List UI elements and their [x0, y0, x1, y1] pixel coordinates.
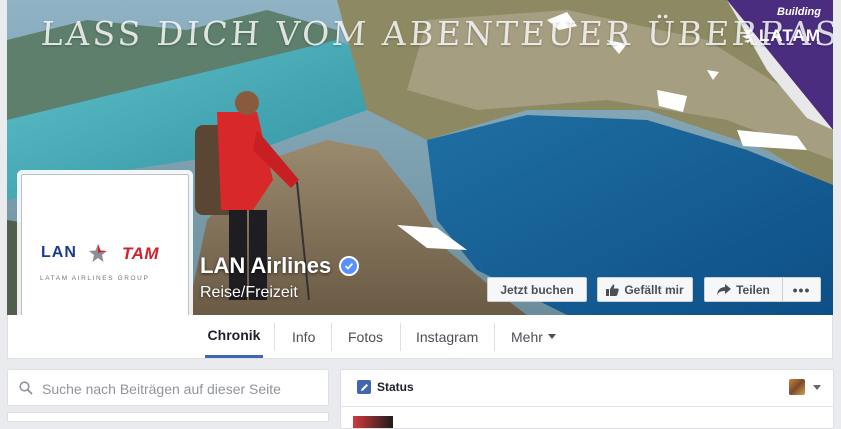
share-arrow-icon: [717, 284, 732, 295]
tab-fotos[interactable]: Fotos: [348, 315, 383, 358]
tab-divider: [331, 323, 332, 351]
search-input[interactable]: [40, 378, 324, 400]
search-icon: [19, 381, 33, 395]
share-label: Teilen: [736, 282, 770, 297]
tab-instagram[interactable]: Instagram: [416, 315, 478, 358]
tab-divider: [494, 323, 495, 351]
star-logo-icon: [89, 244, 107, 262]
share-button[interactable]: Teilen: [704, 277, 782, 302]
tab-label: Info: [292, 328, 316, 345]
more-options-button[interactable]: •••: [782, 277, 821, 302]
like-button[interactable]: Gefällt mir: [597, 277, 693, 302]
composer-avatar: [353, 416, 393, 428]
composer-header: Status: [341, 370, 833, 407]
page-title[interactable]: LAN Airlines: [200, 253, 360, 279]
more-options-icon: •••: [792, 281, 811, 298]
tab-label: Instagram: [416, 328, 479, 345]
profile-tagline: LATAM AIRLINES GROUP: [40, 275, 150, 282]
like-label: Gefällt mir: [624, 282, 684, 297]
pencil-icon: [357, 380, 371, 394]
status-tab[interactable]: Status: [357, 380, 414, 394]
thumbs-up-icon: [606, 284, 620, 296]
chevron-down-icon[interactable]: [813, 385, 821, 390]
chevron-down-icon: [547, 334, 556, 339]
tab-chronik[interactable]: Chronik: [205, 315, 263, 358]
corner-building-label: Building: [777, 6, 821, 18]
tab-label: Chronik: [207, 327, 261, 343]
tab-divider: [274, 323, 275, 351]
cover-headline: LASS DICH VOM ABENTEUER ÜBERRASCHEN: [39, 14, 833, 53]
page-tab-bar: Chronik Info Fotos Instagram Mehr: [7, 315, 833, 359]
verified-badge-icon: [339, 256, 360, 276]
latam-mark-icon: [742, 30, 755, 43]
latam-logo-text: LATAM: [759, 26, 821, 45]
page-post-search: [7, 369, 329, 406]
page-name-text[interactable]: LAN Airlines: [200, 253, 331, 279]
tab-info[interactable]: Info: [292, 315, 315, 358]
tab-more[interactable]: Mehr: [511, 315, 556, 358]
tab-divider: [400, 323, 401, 351]
book-now-button[interactable]: Jetzt buchen: [487, 277, 587, 302]
latam-logo: LATAM: [741, 26, 821, 46]
posting-as-avatar[interactable]: [789, 379, 805, 395]
tab-label: Fotos: [348, 328, 384, 345]
tam-logo-text: TAM: [122, 244, 160, 263]
lan-logo-text: LAN: [41, 244, 77, 261]
tab-label: Mehr: [511, 328, 543, 345]
status-composer: Status: [340, 369, 834, 429]
book-now-label: Jetzt buchen: [500, 282, 574, 297]
status-label: Status: [377, 380, 414, 394]
page-category[interactable]: Reise/Freizeit: [200, 284, 298, 302]
left-column-card: [7, 412, 329, 422]
